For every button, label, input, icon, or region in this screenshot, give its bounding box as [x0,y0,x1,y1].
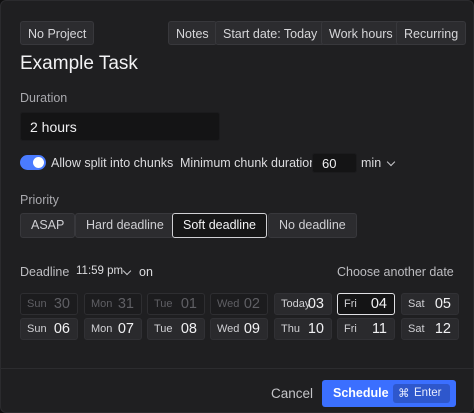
day-date: 10 [307,321,324,337]
day-date: 11 [371,321,387,337]
day-cell: Mon 31 [84,293,142,315]
day-date: 12 [434,321,451,337]
day-date: 04 [370,296,387,312]
day-date: 08 [180,321,197,337]
deadline-time-select[interactable]: 11:59 pm [76,265,123,277]
day-cell[interactable]: Tue 08 [147,318,205,340]
min-chunk-label: Minimum chunk duration [180,156,317,170]
schedule-task-dialog: No Project Notes Start date: Today Work … [0,0,474,413]
day-date: 01 [180,296,197,312]
day-name: Wed [217,323,240,335]
day-name: Fri [344,298,357,310]
day-cell: Tue 01 [147,293,205,315]
choose-another-date-link[interactable]: Choose another date [337,265,454,279]
day-name: Sat [408,298,425,310]
day-cell: Sun 30 [20,293,78,315]
deadline-on-label: on [139,265,153,279]
day-cell: Wed 02 [210,293,268,315]
day-cell[interactable]: Thu 10 [274,318,332,340]
day-name: Sun [27,298,47,310]
work-hours-chip[interactable]: Work hours [321,21,401,45]
keyboard-shortcut-hint: ⌘ Enter [393,384,450,403]
cancel-button[interactable]: Cancel [271,386,313,401]
time-chevron-down-icon[interactable] [122,266,132,276]
min-chunk-input[interactable] [312,153,357,173]
priority-asap-button[interactable]: ASAP [20,213,76,238]
day-cell-selected[interactable]: Fri 04 [337,293,395,315]
day-name: Fri [344,323,357,335]
duration-label: Duration [20,91,68,105]
day-cell[interactable]: Wed 09 [210,318,268,340]
schedule-label: Schedule [333,386,389,400]
split-toggle[interactable] [20,155,46,170]
day-cell[interactable]: Sat 05 [401,293,459,315]
day-name: Tue [154,323,173,335]
day-date: 31 [117,296,134,312]
priority-label: Priority [20,193,59,207]
deadline-label: Deadline [20,265,70,279]
start-date-chip[interactable]: Start date: Today [215,21,326,45]
day-name: Tue [154,298,173,310]
day-date: 06 [53,321,70,337]
day-name: Thu [281,323,300,335]
recurring-chip[interactable]: Recurring [396,21,467,45]
day-date: 09 [243,321,260,337]
day-name: Sat [408,323,425,335]
day-name: Mon [91,323,113,335]
day-name: Today [281,298,311,310]
priority-soft-deadline-button[interactable]: Soft deadline [172,213,267,238]
day-date: 05 [434,296,451,312]
schedule-button[interactable]: Schedule ⌘ Enter [322,380,456,407]
task-title[interactable]: Example Task [20,53,138,75]
day-cell-today[interactable]: Today 03 [274,293,332,315]
day-name: Mon [91,298,113,310]
day-date: 07 [117,321,134,337]
notes-chip[interactable]: Notes [168,21,217,45]
day-name: Wed [217,298,240,310]
split-label: Allow split into chunks [51,156,174,170]
day-date: 30 [53,296,70,312]
project-chip[interactable]: No Project [20,21,95,45]
toggle-knob [33,157,44,168]
command-key-icon: ⌘ [398,388,410,400]
day-date: 02 [243,296,260,312]
priority-no-deadline-button[interactable]: No deadline [268,213,357,238]
day-cell[interactable]: Fri 11 [337,318,395,340]
enter-key-label: Enter [414,387,442,399]
day-cell[interactable]: Sat 12 [401,318,459,340]
duration-input[interactable] [20,112,220,141]
unit-chevron-down-icon[interactable] [386,157,396,167]
day-cell[interactable]: Sun 06 [20,318,78,340]
day-cell[interactable]: Mon 07 [84,318,142,340]
day-date: 03 [307,296,324,312]
footer-divider [1,368,473,369]
priority-hard-deadline-button[interactable]: Hard deadline [75,213,175,238]
day-name: Sun [27,323,47,335]
min-unit-label: min [361,156,382,170]
